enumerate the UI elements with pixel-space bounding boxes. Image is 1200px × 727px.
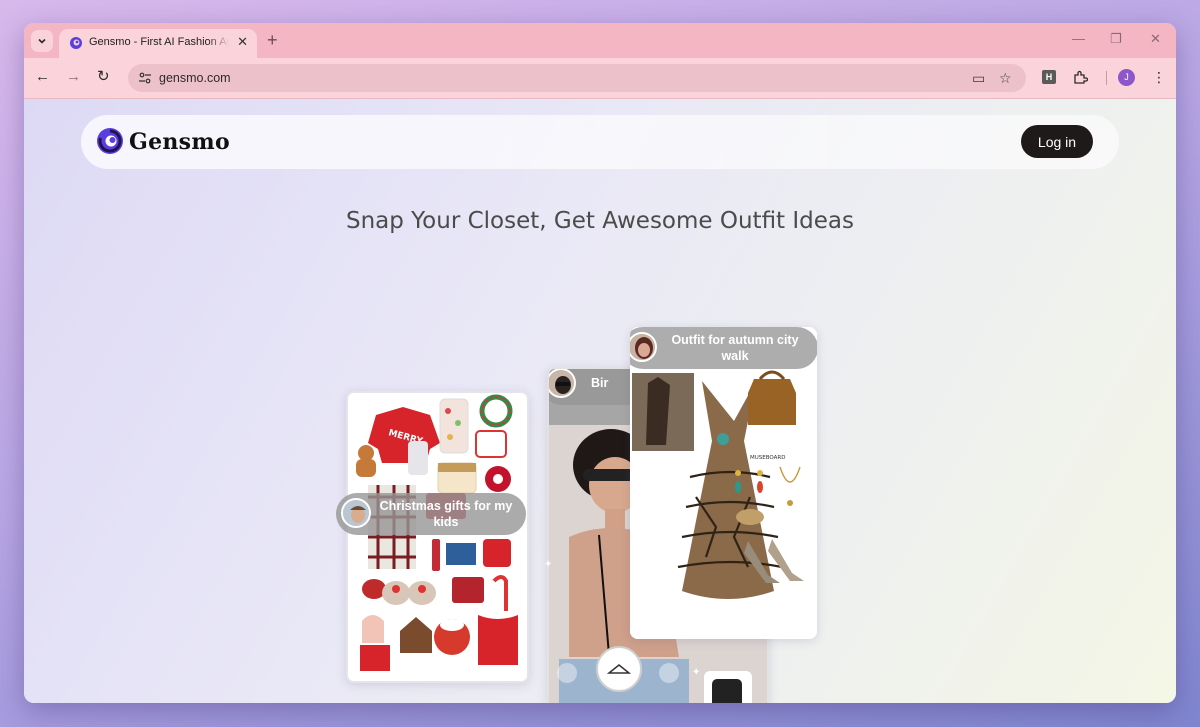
site-header: Gensmo Log in [81,115,1119,169]
gensmo-logo-icon[interactable] [96,127,124,155]
prompt-pill-christmas[interactable]: Christmas gifts for my kids [336,493,526,535]
new-tab-button[interactable]: + [267,30,278,50]
page-headline: Snap Your Closet, Get Awesome Outfit Ide… [346,208,854,235]
gensmo-favicon-icon [70,37,82,49]
prompt-pill-autumn[interactable]: Outfit for autumn city walk [630,327,817,369]
user-avatar [630,332,657,362]
browser-menu-icon[interactable]: ⋮ [1152,68,1166,86]
restore-button[interactable]: ❐ [1110,32,1122,46]
site-info-icon[interactable] [138,71,152,85]
tab-close-icon[interactable]: ✕ [237,35,248,49]
toolbar-divider [1106,71,1107,85]
browser-window: Gensmo - First AI Fashion Agent ✕ + — ❐ … [24,23,1176,703]
outfit-card-christmas[interactable]: MERRY [346,391,529,683]
install-app-icon[interactable]: ▭ [972,70,985,86]
logo-text[interactable]: Gensmo [129,129,230,155]
user-avatar [549,369,576,398]
browser-toolbar: ← → ↻ gensmo.com ▭ ☆ H J ⋮ [24,58,1176,99]
address-bar[interactable]: gensmo.com ▭ ☆ [128,64,1026,92]
profile-avatar[interactable]: J [1118,69,1135,86]
prompt-text: Outfit for autumn city walk [671,333,799,363]
prompt-text: Christmas gifts for my kids [379,499,513,529]
autumn-outfit-collage: MUSEBOARD [630,327,817,639]
minimize-button[interactable]: — [1072,32,1085,46]
tab-search-button[interactable] [31,30,53,52]
back-button[interactable]: ← [35,68,50,86]
tab-strip: Gensmo - First AI Fashion Agent ✕ + — ❐ … [24,23,1176,58]
chevron-down-icon [38,38,46,44]
reload-button[interactable]: ↻ [97,68,110,86]
brand-label: MUSEBOARD [750,455,785,461]
forward-button[interactable]: → [66,68,81,86]
page-viewport: Gensmo Log in Snap Your Closet, Get Awes… [24,99,1176,703]
extensions-puzzle-icon[interactable] [1073,70,1088,85]
christmas-collage-image: MERRY [348,393,527,681]
url-text[interactable]: gensmo.com [159,71,231,85]
tab-gensmo[interactable]: Gensmo - First AI Fashion Agent ✕ [59,29,257,58]
login-button[interactable]: Log in [1021,125,1093,158]
user-avatar [341,498,371,528]
tab-title: Gensmo - First AI Fashion Agent [89,36,229,48]
sparkle-icon: ✦ [692,667,701,678]
h-extension-icon[interactable]: H [1042,70,1056,84]
sparkle-icon: ✦ [544,559,553,570]
bookmark-star-icon[interactable]: ☆ [999,70,1012,86]
close-window-button[interactable]: ✕ [1150,32,1161,46]
outfit-card-autumn[interactable]: MUSEBOARD Outfit for autumn city walk [630,327,817,639]
